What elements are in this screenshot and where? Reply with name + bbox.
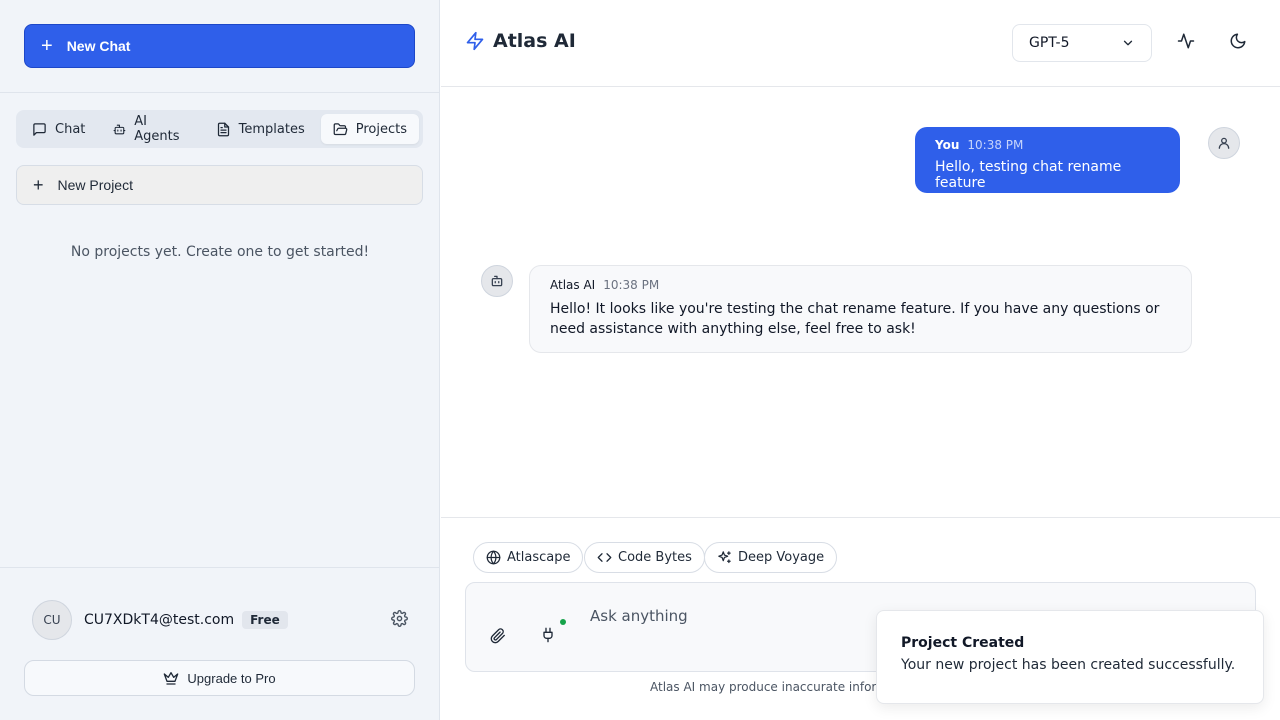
toast-description: Your new project has been created succes… (901, 657, 1236, 673)
app-title: Atlas AI (493, 30, 576, 52)
toast-title: Project Created (901, 635, 1025, 651)
message-input[interactable] (590, 607, 870, 625)
message-meta: You 10:38 PM (935, 138, 1160, 152)
tool-chip-code-bytes[interactable]: Code Bytes (584, 542, 705, 573)
message-time: 10:38 PM (967, 138, 1024, 152)
message-text: Hello, testing chat rename feature (935, 159, 1122, 191)
moon-icon[interactable] (1229, 32, 1247, 50)
plan-badge: Free (242, 611, 288, 629)
tab-label: Chat (55, 121, 86, 137)
bot-icon (491, 275, 503, 287)
upgrade-label: Upgrade to Pro (187, 670, 276, 686)
avatar[interactable]: CU (32, 600, 72, 640)
assistant-message: Atlas AI 10:38 PM Hello! It looks like y… (529, 265, 1192, 353)
tab-projects[interactable]: Projects (320, 114, 419, 144)
plug-icon[interactable] (540, 627, 556, 643)
user-message: You 10:38 PM Hello, testing chat rename … (915, 127, 1180, 193)
message-meta: Atlas AI 10:38 PM (550, 278, 1171, 292)
tab-ai-agents[interactable]: AI Agents (101, 114, 199, 144)
new-project-button[interactable]: + New Project (16, 165, 423, 205)
new-chat-label: New Chat (66, 38, 131, 54)
zap-icon (466, 31, 484, 51)
model-select[interactable]: GPT-5 (1012, 24, 1152, 62)
paperclip-icon[interactable] (490, 628, 506, 644)
sparkles-icon (718, 551, 731, 564)
projects-empty-message: No projects yet. Create one to get start… (70, 244, 370, 260)
model-select-value: GPT-5 (1029, 35, 1070, 51)
composer-divider (441, 517, 1280, 518)
assistant-avatar (481, 265, 513, 297)
folder-open-icon (333, 122, 348, 135)
message-text: Hello! It looks like you're testing the … (550, 301, 1160, 337)
sidebar-divider (0, 92, 440, 93)
tab-chat[interactable]: Chat (20, 114, 97, 144)
message-sender: Atlas AI (550, 278, 596, 292)
user-avatar (1208, 127, 1240, 159)
file-text-icon (217, 122, 229, 136)
chevron-down-icon (1123, 40, 1133, 46)
tab-label: Templates (238, 121, 305, 137)
tool-chip-label: Atlascape (507, 550, 571, 565)
message-time: 10:38 PM (603, 278, 660, 292)
tool-chip-label: Deep Voyage (738, 550, 825, 565)
disclaimer-text: Atlas AI may produce inaccurate informa (650, 680, 896, 694)
tab-templates[interactable]: Templates (204, 114, 317, 144)
message-square-icon (33, 122, 46, 136)
tool-chip-label: Code Bytes (618, 550, 692, 565)
tab-label: AI Agents (134, 114, 180, 144)
user-profile: CU CU7XDkT4@test.com Free (32, 600, 408, 640)
tool-chip-deep-voyage[interactable]: Deep Voyage (704, 542, 838, 573)
user-icon (1218, 137, 1230, 149)
bot-icon (113, 124, 126, 134)
plus-icon: + (41, 35, 53, 57)
code-icon (597, 553, 612, 562)
activity-icon[interactable] (1177, 32, 1195, 50)
toast-notification[interactable]: Project Created Your new project has bee… (876, 610, 1264, 704)
crown-icon (164, 672, 179, 685)
upgrade-button[interactable]: Upgrade to Pro (24, 660, 415, 696)
new-project-label: New Project (57, 177, 133, 193)
message-sender: You (935, 138, 960, 152)
brand: Atlas AI (465, 30, 576, 52)
sidebar-divider (0, 567, 440, 568)
tab-label: Projects (355, 121, 407, 137)
gear-icon[interactable] (391, 610, 408, 627)
sidebar-tabs: Chat AI Agents Templates Projects (16, 110, 423, 148)
plus-icon: + (33, 175, 44, 195)
connection-status-dot (560, 619, 566, 625)
globe-icon (486, 550, 501, 565)
user-email: CU7XDkT4@test.com (84, 612, 235, 628)
app-header: Atlas AI GPT-5 (441, 0, 1280, 87)
tool-chip-atlascape[interactable]: Atlascape (473, 542, 584, 573)
sidebar: + New Chat Chat AI Agents Templates Proj… (0, 0, 440, 720)
new-chat-button[interactable]: + New Chat (24, 24, 415, 68)
